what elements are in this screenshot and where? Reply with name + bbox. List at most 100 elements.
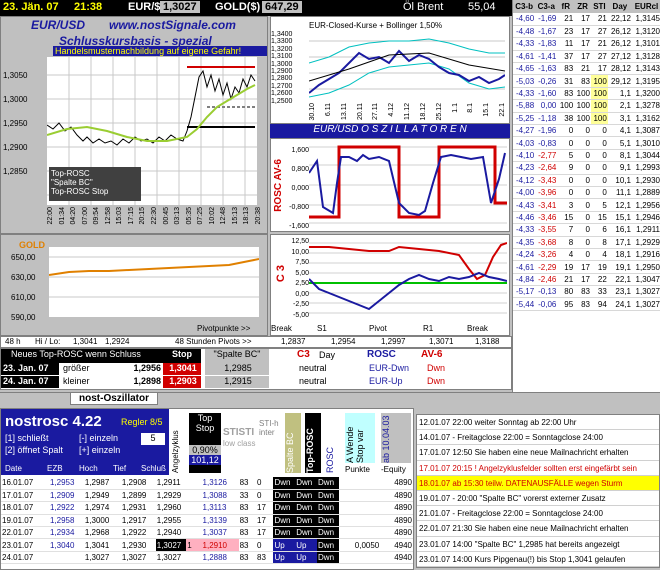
tab-nost-oszillator[interactable]: nost-Oszillator — [70, 393, 159, 405]
table-cell: 2,1 — [607, 99, 632, 113]
table-cell: 1,2949 — [83, 489, 121, 503]
table-cell: 1,3088 — [201, 489, 239, 503]
column-header: Schluß — [141, 464, 166, 473]
y-tick: 630,00 — [11, 273, 36, 282]
table-cell: 1,3010 — [631, 136, 660, 150]
table-cell: -3,96 — [535, 186, 558, 200]
table-cell: 4940 — [380, 538, 413, 552]
table-row: -5,17 -0,13 80 83 33 23,1 1,3027 — [513, 285, 660, 299]
table-cell — [48, 551, 84, 565]
table-cell: -0,26 — [535, 74, 558, 88]
pivot-col: R1 — [423, 324, 434, 333]
table-cell: 95 — [557, 297, 575, 311]
y-tick: 1,2850 — [3, 167, 28, 176]
news-item[interactable]: 23.01.07 14:00 Kurs Pipgenau(!) bis Stop… — [417, 552, 659, 567]
y-tick: 610,00 — [11, 293, 36, 302]
table-cell: 1,2911 — [155, 477, 187, 490]
table-cell: 0 — [591, 186, 608, 200]
table-cell: 23.01.07 — [1, 538, 49, 552]
x-tick: 05:35 — [185, 207, 193, 225]
table-row: 22.01.07 1,2934 1,2968 1,2922 1,2940 1,3037 83… — [1, 526, 413, 540]
table-cell: 100 — [574, 112, 591, 126]
table-cell — [186, 526, 202, 540]
table-cell: 1,2922 — [120, 526, 156, 540]
table-cell: Up — [273, 538, 296, 552]
table-cell: -4,43 — [513, 198, 536, 212]
option-4[interactable]: [+] einzeln — [79, 445, 120, 455]
table-cell: 17 — [256, 501, 274, 515]
option-1[interactable]: [1] schließt — [5, 433, 49, 443]
column-header: STI — [591, 0, 608, 13]
signal-cond: größer — [63, 363, 90, 373]
news-item[interactable]: 12.01.07 22:00 weiter Sonntag ab 22:00 U… — [417, 415, 659, 431]
news-item[interactable]: 21.01.07 - Freitagclose 22:00 = Sonntagc… — [417, 506, 659, 522]
bollinger-panel: EUR-Closed-Kurse + Bollinger 1,50% 1,340… — [270, 16, 510, 124]
table-cell: 0 — [591, 174, 608, 187]
table-cell: 0 — [591, 161, 608, 175]
table-cell: Up — [295, 538, 318, 552]
table-cell: 0 — [574, 124, 591, 138]
table-cell: 83 — [238, 551, 256, 565]
news-item[interactable]: 22.01.07 21:30 Sie haben eine neue Mailn… — [417, 521, 659, 537]
table-cell: 1,3037 — [201, 526, 239, 540]
signal-date: 24. Jan. 07 — [1, 376, 59, 388]
c3-panel: C 3 12,50 10,00 7,50 5,00 2,50 0,00 -2,50 -5,00… — [270, 234, 510, 336]
table-row: -4,33 -1,83 11 17 21 26,12 1,3101 — [513, 37, 660, 51]
table-row: -4,35 -3,68 8 0 8 17,1 1,2929 — [513, 236, 660, 249]
x-tick: 15:03 — [116, 207, 124, 225]
eur-value: 1,3027 — [160, 1, 200, 13]
table-cell: -4,61 — [513, 260, 536, 274]
table-row: 17.01.07 1,2909 1,2949 1,2899 1,2929 1,3088 33… — [1, 489, 413, 503]
lower-band — [309, 62, 505, 98]
table-cell: 0 — [574, 149, 591, 163]
table-cell: Dwn — [273, 477, 296, 490]
table-cell: -5,44 — [513, 297, 536, 311]
regler-input[interactable]: 5 — [141, 433, 165, 445]
table-cell: 11 — [557, 37, 575, 51]
table-cell: -4,84 — [513, 273, 536, 287]
news-item[interactable]: 14.01.07 - Freitagclose 22:00 = Sonntagc… — [417, 430, 659, 446]
table-row: -4,46 -3,46 15 0 15 15,1 1,2946 — [513, 211, 660, 225]
table-cell: -1,41 — [535, 50, 558, 64]
table-cell: 22,12 — [607, 13, 632, 26]
table-cell: 1,2911 — [631, 223, 660, 237]
table-cell: 0 — [574, 186, 591, 200]
table-cell: -4,27 — [513, 124, 536, 138]
table-cell: 1,3087 — [631, 124, 660, 138]
pivot-col: Pivot — [369, 324, 387, 333]
table-cell: 1,3027 — [631, 297, 660, 311]
table-cell: 0 — [557, 174, 575, 187]
table-cell: -2,29 — [535, 260, 558, 274]
news-item[interactable]: 23.01.07 14:00 "Spalte BC" 1,2985 hat be… — [417, 537, 659, 552]
table-cell: 1,3195 — [631, 74, 660, 88]
table-cell: -4,12 — [513, 174, 536, 187]
table-cell: 1,3041 — [83, 538, 121, 552]
table-cell: 0 — [557, 124, 575, 138]
y-tick: -0,800 — [289, 204, 309, 211]
table-cell: 0 — [574, 174, 591, 187]
table-cell: 1,3120 — [631, 25, 660, 39]
signal-day: neutral — [299, 376, 327, 386]
news-item[interactable]: 17.01.07 20:15 ! Angelzyklusfelder sollt… — [417, 461, 659, 476]
table-cell: 1,2958 — [48, 514, 84, 528]
column-header: EZB — [47, 464, 63, 473]
news-item[interactable]: 17.01.07 12:50 Sie haben eine neue Mailn… — [417, 445, 659, 461]
table-cell: Dwn — [317, 514, 339, 528]
table-row: -4,61 -2,29 19 17 19 19,1 1,2950 — [513, 260, 660, 274]
table-cell: 9 — [557, 161, 575, 175]
option-3[interactable]: [-] einzeln — [79, 433, 118, 443]
table-cell: -3,68 — [535, 236, 558, 249]
column-header: C3-a — [535, 0, 558, 13]
pivot-value: 1,3188 — [475, 337, 500, 346]
table-cell — [186, 514, 202, 528]
table-cell: 17 — [574, 50, 591, 64]
y-tick: 0,000 — [291, 185, 309, 192]
table-cell: -1,63 — [535, 62, 558, 76]
news-item[interactable]: 18.01.07 ab 15:30 teilw. DATENAUSFÄLLE w… — [417, 475, 659, 491]
x-tick: 18:13 — [243, 207, 251, 225]
table-cell — [186, 489, 202, 503]
option-2[interactable]: [2] öffnet Spalt — [5, 445, 63, 455]
table-cell: 29,12 — [607, 74, 632, 88]
news-item[interactable]: 19.01.07 - 20:00 "Spalte BC" vorerst ext… — [417, 491, 659, 507]
table-cell: 7 — [557, 223, 575, 237]
